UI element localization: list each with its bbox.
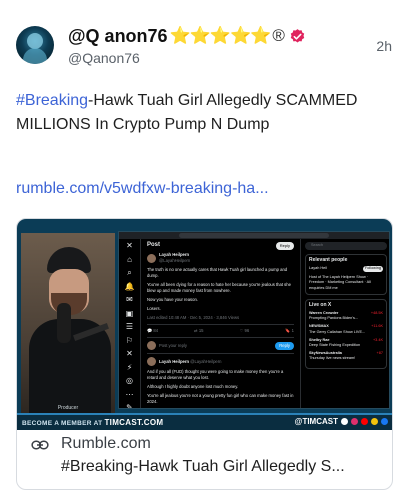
x-logo-icon: ✕ [126,241,133,250]
x-post-paragraph: Losers. [147,306,161,311]
post-timestamp[interactable]: 2h [376,38,392,54]
verified-orgs-icon: ⚡ [126,362,133,372]
social-post: @Q anon76 ⭐⭐⭐⭐⭐ ® @Qanon76 2h #Breaking-… [0,0,409,500]
x-post-pane: Post Reply Layah Heilpern @LayahHeilpern… [141,239,301,408]
banner-membership-text: BECOME A MEMBER AT TIMCAST.COM [22,418,164,427]
star-badges: ⭐⭐⭐⭐⭐ [169,26,272,45]
hashtag-link[interactable]: #Breaking [16,92,88,109]
live-on-x-header: Live on X [309,301,332,308]
premium-x-icon: ✕ [126,349,133,358]
post-url-link[interactable]: rumble.com/v5wdfxw-breaking-ha... [16,180,269,198]
screen-share: ✕ ⌂ ⌕ 🔔 ✉ ▣ ☰ ⚐ ✕ ⚡ ◎ ⋯ ✎ Post Reply Lay… [118,231,390,409]
x-reply-paragraph: And if you all (FUD) thought you were go… [147,369,284,380]
x-post-header: Post [147,242,161,248]
bookmarks-icon: ⚐ [125,335,134,345]
x-reply-placeholder: Post your reply [159,342,187,348]
x-reply-paragraph: Although I highly doubt anyone lost much… [147,384,239,389]
x-reply-box: Post your reply Reply [147,341,294,350]
registered-mark: ® [272,26,285,45]
video-thumbnail[interactable]: Producer ✕ ⌂ ⌕ 🔔 ✉ ▣ ☰ ⚐ ✕ ⚡ ◎ ⋯ ✎ Post … [17,219,392,430]
post-text: #Breaking-Hawk Tuah Girl Allegedly SCAMM… [16,89,386,137]
live-item: Shelby Rae Deep State Fishing Expedition … [309,337,383,348]
browser-bar [119,232,389,239]
relevant-people-header: Relevant people [309,257,348,263]
explore-icon: ⌕ [127,268,132,277]
relevant-people-box: Relevant people Layah Heil Following Hos… [305,254,387,295]
grok-icon: ▣ [125,308,134,318]
x-reply-paragraph: You're all jealous you're not a young pr… [147,393,294,404]
x-social-icon [341,418,348,425]
live-on-x-box: Live on X Warren Crowder Prompting Pardon… [305,298,387,369]
more-icon: ⋯ [125,389,134,399]
card-footer[interactable]: Rumble.com #Breaking-Hawk Tuah Girl Alle… [17,430,392,489]
x-author-avatar [147,253,156,263]
webcam-feed [21,233,115,415]
x-post-actions: 💬 84 ⇄ 15 ♡ 96 🔖 1 [147,328,294,334]
x-reply-author-name: Layah Heilpern [159,358,190,364]
compose-icon: ✎ [126,403,133,409]
profile-icon: ◎ [126,376,133,385]
x-right-sidebar: Search Relevant people Layah Heil Follow… [301,239,389,408]
x-bookmark-count: 🔖 1 [285,328,294,333]
x-reply-count: 💬 84 [147,328,159,333]
x-sidebar-nav: ✕ ⌂ ⌕ 🔔 ✉ ▣ ☰ ⚐ ✕ ⚡ ◎ ⋯ ✎ [119,239,141,409]
x-post-paragraph: The truth is no one actually cares that … [147,267,288,278]
live-item: NEWSMAX The Gerry Callahan Show LIVE... +… [309,324,383,334]
verified-badge-icon [290,28,305,43]
x-reply-author: Layah Heilpern @LayahHeilpern [147,357,294,366]
instagram-icon [351,418,358,425]
home-icon: ⌂ [127,254,132,264]
card-domain: Rumble.com [61,435,151,452]
x-repost-count: ⇄ 15 [194,328,204,333]
lists-icon: ☰ [125,322,134,331]
x-search-box: Search [305,242,387,250]
live-item: Warren Crowder Prompting Pardons Biden's.… [309,311,383,321]
link-preview-card[interactable]: Producer ✕ ⌂ ⌕ 🔔 ✉ ▣ ☰ ⚐ ✕ ⚡ ◎ ⋯ ✎ Post … [16,218,393,490]
banner-handle: @TIMCAST [295,417,388,426]
x-reply-button: Reply [275,242,294,250]
x-reply-submit: Reply [275,341,294,350]
x-post-meta: Last edited 10:48 AM · Dec 5, 2024 · 3,8… [147,315,240,320]
author-handle[interactable]: @Qanon76 [68,50,140,66]
youtube-icon [361,418,368,425]
link-icon [31,440,49,450]
facebook-icon [381,418,388,425]
card-title[interactable]: #Breaking-Hawk Tuah Girl Allegedly S... [61,458,383,476]
x-like-count: ♡ 96 [239,328,250,333]
x-author-handle: @LayahHeilpern [159,258,191,263]
live-item: SkyNewsAustralia Thursday live news strea… [309,351,383,361]
stream-banner: BECOME A MEMBER AT TIMCAST.COM @TIMCAST [17,413,392,430]
following-button: Following [362,266,383,273]
notifications-icon: 🔔 [124,281,135,291]
x-post-author: Layah Heilpern @LayahHeilpern [147,252,294,264]
x-reply-author-handle: @LayahHeilpern [190,358,222,364]
x-post-paragraph: Now you have your reason. [147,297,198,302]
snapchat-icon [371,418,378,425]
author-avatar[interactable] [16,26,54,64]
relevant-person-bio: Host of The Layah Heilpern Show · Freedo… [309,275,371,290]
camera-label: Producer [57,405,79,411]
messages-icon: ✉ [126,295,133,304]
relevant-person-name: Layah Heil [309,266,327,271]
author-display-name[interactable]: @Q anon76 [68,26,168,47]
x-post-paragraph: You've all been dying for a reason to ha… [147,282,291,293]
author-name-row: @Q anon76 ⭐⭐⭐⭐⭐ ® [68,25,306,47]
